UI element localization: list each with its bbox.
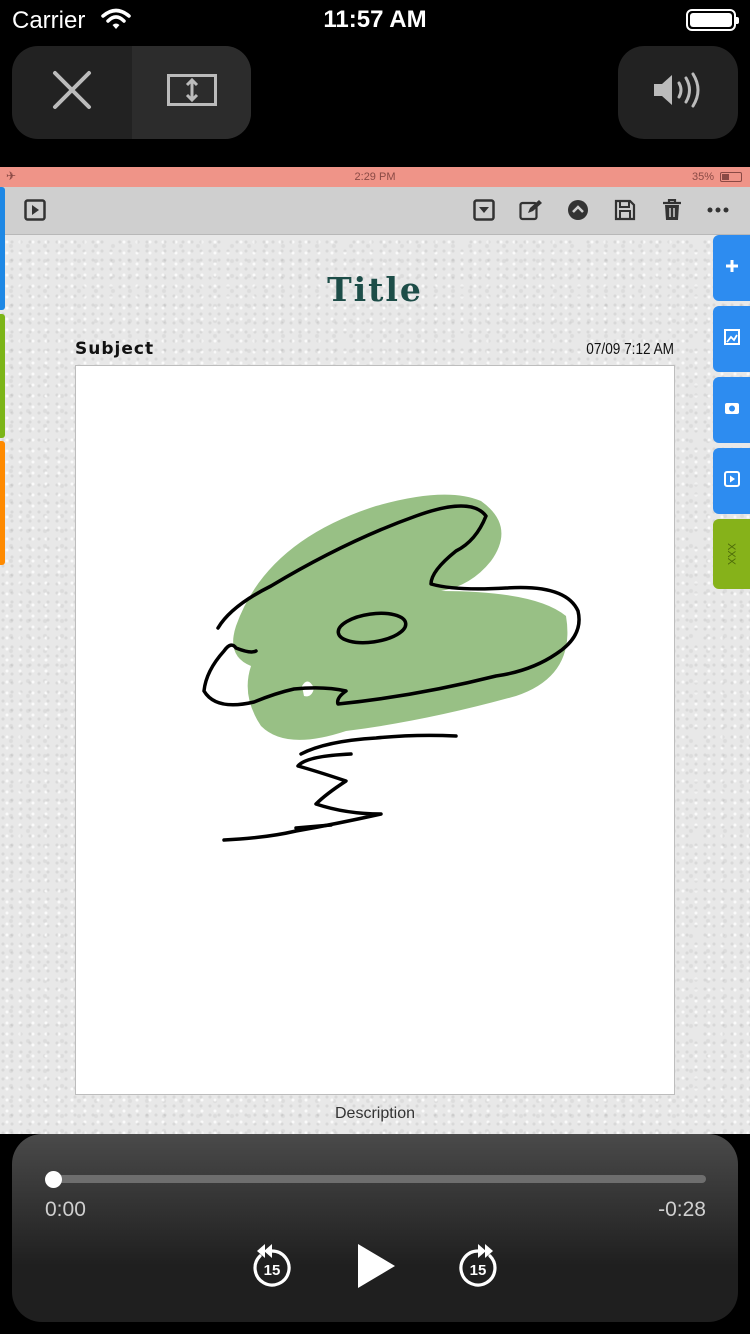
- play-button[interactable]: [348, 1234, 404, 1298]
- player-top-controls: [12, 46, 251, 139]
- skip-forward-label: 15: [470, 1262, 487, 1279]
- resize-button[interactable]: [132, 46, 251, 139]
- close-button[interactable]: [12, 46, 131, 139]
- drawing-canvas[interactable]: [75, 365, 675, 1095]
- note-description[interactable]: Description: [0, 1105, 750, 1123]
- resize-icon: [166, 74, 217, 111]
- save-icon[interactable]: [613, 198, 637, 222]
- edit-icon[interactable]: [519, 198, 543, 222]
- app-toolbar: [0, 187, 750, 235]
- volume-button[interactable]: [618, 46, 738, 139]
- left-tab-orange[interactable]: [0, 441, 5, 565]
- app-status-time: 2:29 PM: [354, 171, 396, 183]
- sketch-drawing: [202, 494, 581, 842]
- arrow-up-circle-icon[interactable]: [566, 198, 590, 222]
- video-frame[interactable]: ✈ 2:29 PM 35% XXX Title Subject 07/09 7:…: [0, 167, 750, 1134]
- skip-forward-button[interactable]: 15: [450, 1238, 506, 1294]
- camera-icon: [724, 401, 740, 420]
- status-bar: Carrier 11:57 AM: [0, 0, 750, 40]
- clock: 11:57 AM: [323, 6, 427, 33]
- playback-controls: 0:00 -0:28 15 15: [12, 1134, 738, 1322]
- skip-forward-15-icon: 15: [459, 1244, 497, 1287]
- app-status-bar: ✈ 2:29 PM 35%: [0, 167, 750, 187]
- play-icon: [358, 1244, 395, 1288]
- app-battery-icon: [720, 172, 742, 182]
- camera-tab-button[interactable]: [713, 377, 750, 443]
- battery-icon: [686, 9, 739, 31]
- scrubber-knob[interactable]: [45, 1171, 62, 1188]
- xxx-tab-label: XXX: [725, 542, 738, 566]
- skip-back-label: 15: [264, 1262, 281, 1279]
- note-subject[interactable]: Subject: [75, 339, 154, 359]
- dropdown-square-icon[interactable]: [472, 198, 496, 222]
- trash-icon[interactable]: [660, 198, 684, 222]
- note-title[interactable]: Title: [0, 270, 750, 309]
- image-edit-icon: [723, 328, 740, 350]
- video-tab-button[interactable]: [713, 448, 750, 514]
- skip-back-button[interactable]: 15: [244, 1238, 300, 1294]
- left-tab-green[interactable]: [0, 314, 5, 438]
- app-battery-percent: 35%: [692, 171, 715, 183]
- image-tab-button[interactable]: [713, 306, 750, 372]
- remaining-time: -0:28: [658, 1198, 706, 1221]
- more-icon[interactable]: [706, 198, 730, 222]
- volume-icon: [652, 72, 704, 113]
- video-icon: [723, 470, 740, 492]
- note-datetime: 07/09 7:12 AM: [586, 341, 674, 358]
- progress-track[interactable]: [52, 1175, 706, 1183]
- play-square-icon[interactable]: [23, 198, 47, 222]
- close-icon: [52, 70, 92, 115]
- elapsed-time: 0:00: [45, 1198, 86, 1221]
- xxx-tab-button[interactable]: XXX: [713, 519, 750, 589]
- skip-back-15-icon: 15: [253, 1244, 291, 1287]
